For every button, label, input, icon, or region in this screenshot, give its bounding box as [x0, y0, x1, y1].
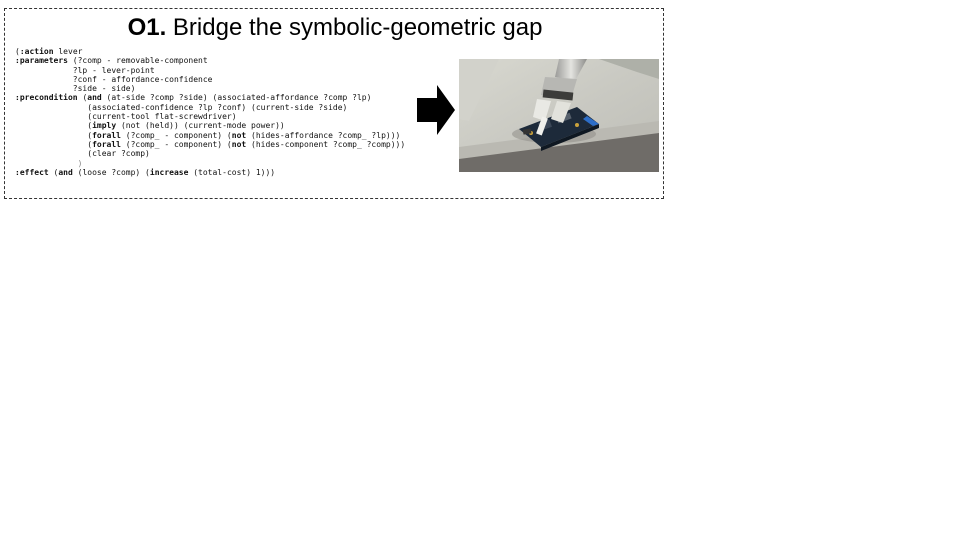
code-line-12: (clear ?comp)	[15, 149, 150, 159]
code-line-7: (associated-confidence ?lp ?conf) (curre…	[15, 102, 348, 112]
right-arrow-icon	[417, 85, 455, 135]
code-line-2: :parameters (?comp - removable-component	[15, 56, 208, 66]
title-label: O1.	[127, 14, 167, 41]
pddl-code-block: (:action lever :parameters (?comp - remo…	[15, 47, 405, 177]
code-line-8: (current-tool flat-screwdriver)	[15, 112, 237, 122]
code-line-5: ?side - side)	[15, 84, 136, 94]
slide-panel: O1. Bridge the symbolic-geometric gap (:…	[4, 8, 664, 199]
title-text: Bridge the symbolic-geometric gap	[172, 14, 543, 41]
code-line-4: ?conf - affordance-confidence	[15, 74, 213, 84]
code-line-9: (imply (not (held)) (current-mode power)…	[15, 121, 285, 131]
code-line-1: (:action lever	[15, 47, 83, 56]
code-line-11: (forall (?comp_ - component) (not (hides…	[15, 139, 406, 149]
code-line-6: :precondition (and (at-side ?comp ?side)…	[15, 93, 372, 103]
robot-photo	[459, 59, 659, 172]
code-line-14: :effect (and (loose ?comp) (increase (to…	[15, 167, 276, 177]
code-line-3: ?lp - lever-point	[15, 65, 155, 75]
code-line-13: )	[15, 158, 83, 168]
slide-title: O1. Bridge the symbolic-geometric gap	[5, 13, 665, 43]
code-line-10: (forall (?comp_ - component) (not (hides…	[15, 130, 401, 140]
